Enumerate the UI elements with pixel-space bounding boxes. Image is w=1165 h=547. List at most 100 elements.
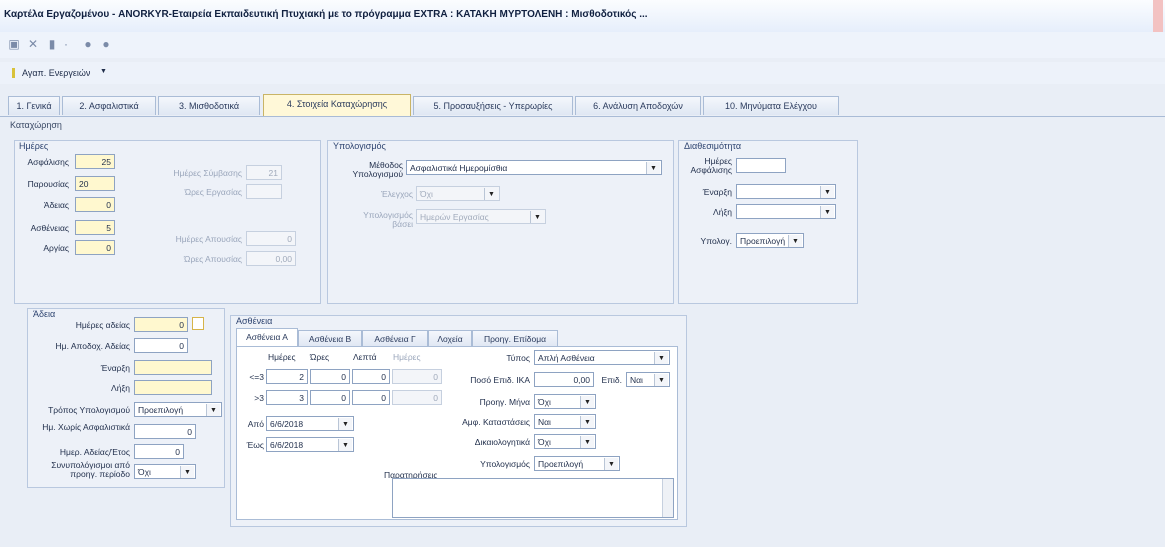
chevron-down-icon[interactable]: ▼ xyxy=(646,162,660,174)
save-icon[interactable]: ▣ xyxy=(8,38,20,50)
tab-previous-allowance[interactable]: Προηγ. Επίδομα xyxy=(472,330,558,347)
sickness-calc-label: Υπολογισμός xyxy=(480,459,530,469)
chevron-down-icon: ▼ xyxy=(484,188,498,200)
gt3-extra-input: 0 xyxy=(392,390,442,405)
tab-general[interactable]: 1. Γενικά xyxy=(8,96,60,115)
leave-per-year-input[interactable]: 0 xyxy=(134,444,184,459)
calc-method-select[interactable]: Ασφαλιστικά Ημερομίσθια ▼ xyxy=(406,160,662,175)
le3-minutes-input[interactable]: 0 xyxy=(352,369,390,384)
chevron-down-icon[interactable]: ▼ xyxy=(604,458,618,470)
tab-insurance[interactable]: 2. Ασφαλιστικά xyxy=(62,96,156,115)
chevron-down-icon[interactable]: ▼ xyxy=(100,68,107,75)
chevron-down-icon[interactable]: ▼ xyxy=(580,436,594,448)
leave-paid-days-input[interactable]: 0 xyxy=(134,338,188,353)
absence-days-input[interactable]: 0 xyxy=(75,240,115,255)
prev-month-select[interactable]: Όχι ▼ xyxy=(534,394,596,409)
leave-previous-select[interactable]: Όχι ▼ xyxy=(134,464,196,479)
leave-per-year-label: Ημερ. Αδείας/Έτος xyxy=(59,447,130,457)
tab-validation-messages[interactable]: 10. Μηνύματα Ελέγχου xyxy=(703,96,839,115)
chevron-down-icon[interactable]: ▼ xyxy=(820,206,834,218)
to-date-value: 6/6/2018 xyxy=(270,440,304,450)
leave-start-label: Έναρξη xyxy=(100,363,130,373)
absence-days-count-label: Ημέρες Απουσίας xyxy=(175,234,242,244)
to-date-select[interactable]: 6/6/2018 ▼ xyxy=(266,437,354,452)
menu-handle xyxy=(12,68,15,78)
tab-maternity[interactable]: Λοχεία xyxy=(428,330,472,347)
availability-calc-label: Υπολογ. xyxy=(700,236,732,246)
leave-end-input[interactable] xyxy=(134,380,212,395)
tab-sickness-b[interactable]: Ασθένεια Β xyxy=(298,330,362,347)
chevron-down-icon[interactable]: ▼ xyxy=(654,352,668,364)
presence-days-label: Παρουσίας xyxy=(27,179,69,189)
sickness-type-value: Απλή Ασθένεια xyxy=(538,353,595,363)
nav-forward-icon[interactable]: ● xyxy=(100,38,112,50)
delete-icon[interactable]: ✕ xyxy=(27,38,39,50)
leave-method-label: Τρόπος Υπολογισμού xyxy=(48,405,130,415)
insurance-days-input[interactable]: 25 xyxy=(75,154,115,169)
chevron-down-icon[interactable]: ▼ xyxy=(580,396,594,408)
presence-days-input[interactable]: 20 xyxy=(75,176,115,191)
chevron-down-icon[interactable]: ▼ xyxy=(338,439,352,451)
ika-amount-label: Ποσό Επιδ. ΙΚΑ xyxy=(470,375,530,385)
tab-earnings-analysis[interactable]: 6. Ανάλυση Αποδοχών xyxy=(575,96,701,115)
chevron-down-icon[interactable]: ▼ xyxy=(338,418,352,430)
col-days-header: Ημέρες xyxy=(268,352,296,362)
chevron-down-icon[interactable]: ▼ xyxy=(788,235,802,247)
nav-back-icon[interactable]: ● xyxy=(82,38,94,50)
gt3-hours-input[interactable]: 0 xyxy=(310,390,350,405)
availability-calc-value: Προεπιλογή xyxy=(740,236,786,246)
sickness-days-input[interactable]: 5 xyxy=(75,220,115,235)
tab-payroll[interactable]: 3. Μισθοδοτικά xyxy=(158,96,260,115)
close-icon[interactable] xyxy=(1153,0,1163,32)
check-select: Όχι ▼ xyxy=(416,186,500,201)
justified-value: Όχι xyxy=(538,437,551,447)
allowance-value: Ναι xyxy=(630,375,643,385)
chevron-down-icon[interactable]: ▼ xyxy=(654,374,668,386)
justified-select[interactable]: Όχι ▼ xyxy=(534,434,596,449)
tab-sickness-a[interactable]: Ασθένεια Α xyxy=(236,328,298,348)
chevron-down-icon[interactable]: ▼ xyxy=(820,186,834,198)
notes-textarea[interactable] xyxy=(392,478,674,518)
window-title: Καρτέλα Εργαζομένου - ANORKYR-Εταιρεία Ε… xyxy=(4,9,648,20)
notes-scrollbar[interactable] xyxy=(662,479,673,517)
gt3-days-input[interactable]: 3 xyxy=(266,390,308,405)
paid-status-select[interactable]: Ναι ▼ xyxy=(534,414,596,429)
chevron-down-icon[interactable]: ▼ xyxy=(180,466,194,478)
leave-no-insurance-input[interactable]: 0 xyxy=(134,424,196,439)
leave-title: Άδεια xyxy=(33,309,56,319)
leave-method-select[interactable]: Προεπιλογή ▼ xyxy=(134,402,222,417)
le3-hours-input[interactable]: 0 xyxy=(310,369,350,384)
tab-sickness-c[interactable]: Ασθένεια Γ xyxy=(362,330,428,347)
allowance-select[interactable]: Ναι ▼ xyxy=(626,372,670,387)
prev-month-label: Προηγ. Μήνα xyxy=(479,397,530,407)
leave-previous-label: Συνυπολόγισμοι από προηγ. περίοδο xyxy=(51,460,130,479)
actions-menu[interactable]: Αγαπ. Ενεργειών xyxy=(22,68,90,78)
availability-start-label: Έναρξη xyxy=(702,187,732,197)
calc-basis-value: Ημερών Εργασίας xyxy=(420,212,489,222)
tab-overtime[interactable]: 5. Προσαυξήσεις - Υπερωρίες xyxy=(413,96,573,115)
settings-icon[interactable]: · xyxy=(60,38,72,50)
sickness-type-select[interactable]: Απλή Ασθένεια ▼ xyxy=(534,350,670,365)
le3-days-input[interactable]: 2 xyxy=(266,369,308,384)
gt3-minutes-input[interactable]: 0 xyxy=(352,390,390,405)
leave-days-input[interactable]: 0 xyxy=(134,317,188,332)
ika-amount-input[interactable]: 0,00 xyxy=(534,372,594,387)
window-titlebar: Καρτέλα Εργαζομένου - ANORKYR-Εταιρεία Ε… xyxy=(0,0,1165,33)
from-date-select[interactable]: 6/6/2018 ▼ xyxy=(266,416,354,431)
availability-calc-select[interactable]: Προεπιλογή ▼ xyxy=(736,233,804,248)
chevron-down-icon[interactable]: ▼ xyxy=(206,404,220,416)
leave-start-input[interactable] xyxy=(134,360,212,375)
sickness-calc-select[interactable]: Προεπιλογή ▼ xyxy=(534,456,620,471)
document-icon[interactable] xyxy=(192,317,204,330)
availability-insurance-days-input[interactable] xyxy=(736,158,786,173)
document-icon[interactable]: ▮ xyxy=(46,38,58,50)
row-le3-label: <=3 xyxy=(249,372,264,382)
availability-end-select[interactable]: ▼ xyxy=(736,204,836,219)
availability-start-select[interactable]: ▼ xyxy=(736,184,836,199)
contract-days-input: 21 xyxy=(246,165,282,180)
calculation-title: Υπολογισμός xyxy=(333,141,386,151)
tab-entry-data[interactable]: 4. Στοιχεία Καταχώρησης xyxy=(263,94,411,116)
leave-days-input[interactable]: 0 xyxy=(75,197,115,212)
chevron-down-icon[interactable]: ▼ xyxy=(580,416,594,428)
to-date-label: Έως xyxy=(246,440,264,450)
